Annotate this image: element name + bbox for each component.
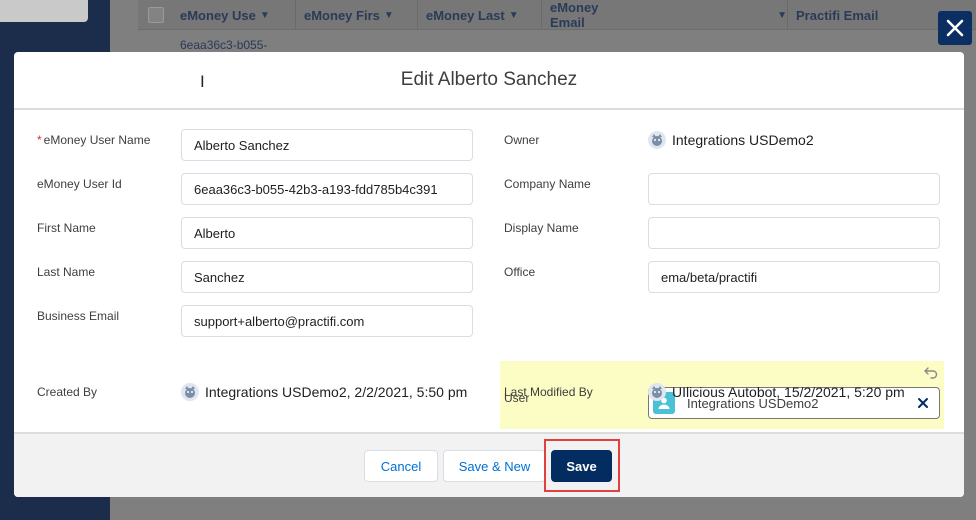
owner-value[interactable]: Integrations USDemo2 — [648, 130, 814, 150]
label-business-email: Business Email — [37, 309, 120, 323]
required-marker: * — [37, 133, 42, 147]
chevron-down-icon: ▼ — [259, 9, 270, 21]
text-cursor-icon: I — [200, 72, 205, 91]
label-display-name: Display Name — [504, 221, 579, 235]
created-by-value: Integrations USDemo2, 2/2/2021, 5:50 pm — [181, 382, 471, 402]
background-table-header: eMoney Use ▼ eMoney Firs ▼ eMoney Last ▼ eM… — [138, 0, 976, 30]
background-card — [0, 0, 88, 22]
last-name-input[interactable]: Sanchez — [181, 261, 473, 293]
undo-icon[interactable] — [924, 365, 938, 379]
user-avatar-icon — [181, 383, 199, 401]
emoney-user-name-input[interactable]: Alberto Sanchez — [181, 129, 473, 161]
user-avatar-icon — [648, 383, 666, 401]
display-name-input[interactable] — [648, 217, 940, 249]
label-emoney-user-name: * eMoney User Name — [37, 133, 151, 147]
user-avatar-icon — [648, 131, 666, 149]
last-modified-by-text: UIlicious Autobot, 15/2/2021, 5:20 pm — [672, 384, 905, 400]
emoney-user-id-input[interactable]: 6eaa36c3-b055-42b3-a193-fdd785b4c391 — [181, 173, 473, 205]
save-and-new-button[interactable]: Save & New — [443, 450, 546, 482]
label-office: Office — [504, 265, 536, 279]
close-modal-button[interactable] — [938, 11, 972, 45]
chevron-down-icon: ▼ — [777, 9, 787, 21]
last-modified-by-value: UIlicious Autobot, 15/2/2021, 5:20 pm — [648, 382, 905, 402]
label-created-by: Created By — [37, 385, 98, 399]
company-name-input[interactable] — [648, 173, 940, 205]
created-by-text: Integrations USDemo2, 2/2/2021, 5:50 pm — [205, 384, 468, 400]
label-owner: Owner — [504, 133, 540, 147]
close-icon — [946, 19, 964, 37]
label-last-name: Last Name — [37, 265, 96, 279]
column-header-emoney-email[interactable]: eMoney Email ▼ — [542, 0, 788, 30]
modal-footer: Cancel Save & New Save — [14, 432, 964, 497]
column-header-emoney-user[interactable]: eMoney Use ▼ — [172, 0, 296, 30]
close-icon — [918, 398, 928, 408]
label-emoney-user-id: eMoney User Id — [37, 177, 122, 191]
save-button[interactable]: Save — [551, 450, 612, 482]
chevron-down-icon: ▼ — [383, 9, 394, 21]
background-cell: 6eaa36c3-b055- — [180, 38, 268, 52]
label-first-name: First Name — [37, 221, 96, 235]
label-last-modified-by-text: Last Modified By — [504, 385, 593, 399]
first-name-input[interactable]: Alberto — [181, 217, 473, 249]
modal-title: Edit Alberto Sanchez — [400, 69, 578, 90]
cancel-button[interactable]: Cancel — [364, 450, 438, 482]
select-all-checkbox[interactable] — [148, 7, 164, 23]
office-input[interactable]: ema/beta/practifi — [648, 261, 940, 293]
edit-record-modal: I Edit Alberto Sanchez * eMoney User Name… — [14, 52, 964, 497]
business-email-input[interactable]: support+alberto@practifi.com — [181, 305, 473, 337]
column-header-emoney-last[interactable]: eMoney Last ▼ — [418, 0, 542, 30]
chevron-down-icon: ▼ — [508, 9, 519, 21]
modal-header: I Edit Alberto Sanchez — [14, 52, 964, 110]
owner-text: Integrations USDemo2 — [672, 132, 814, 148]
column-header-emoney-first[interactable]: eMoney Firs ▼ — [296, 0, 418, 30]
label-company-name: Company Name — [504, 177, 591, 191]
remove-user-button[interactable] — [913, 393, 933, 413]
